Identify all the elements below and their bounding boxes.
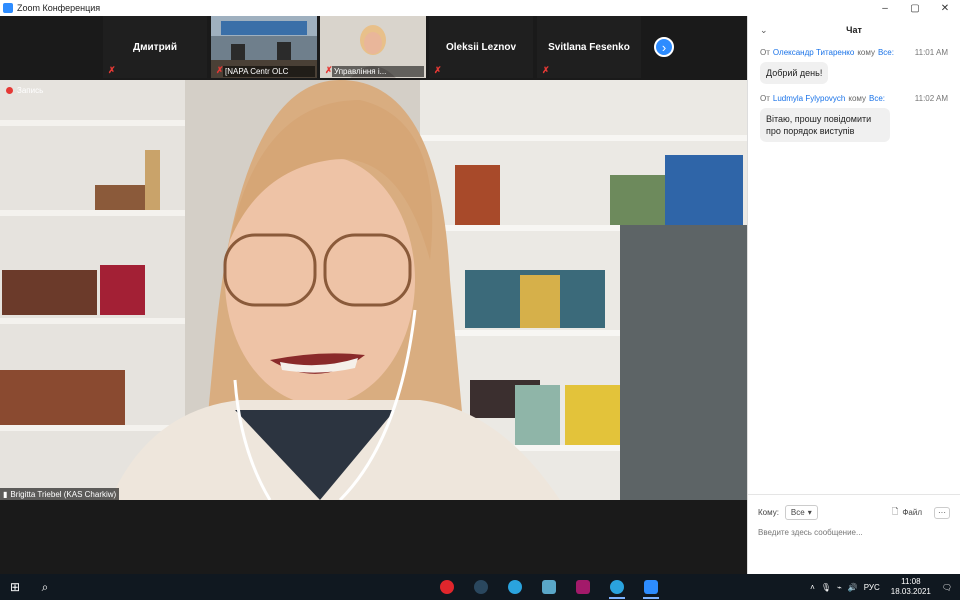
notifications-icon[interactable]: 🗨 bbox=[942, 583, 952, 592]
participant-name: Дмитрий bbox=[133, 41, 177, 53]
title-bar: Zoom Конференция – ▢ ✕ bbox=[0, 0, 960, 16]
to-label: кому bbox=[857, 48, 875, 57]
telegram-icon bbox=[610, 580, 624, 594]
taskbar-app-steam[interactable] bbox=[464, 574, 498, 600]
from-label: От bbox=[760, 48, 770, 57]
close-button[interactable]: ✕ bbox=[930, 0, 960, 16]
chevron-up-icon[interactable]: ˄ bbox=[810, 583, 815, 592]
notes-icon bbox=[542, 580, 556, 594]
chat-message-input[interactable]: Введите здесь сообщение... bbox=[758, 528, 950, 537]
signal-bars-icon: ▮ bbox=[3, 489, 8, 499]
participant-name: Управління і... bbox=[332, 66, 424, 77]
taskbar-app-telegram[interactable] bbox=[498, 574, 532, 600]
from-label: От bbox=[760, 94, 770, 103]
zoom-window: Zoom Конференция – ▢ ✕ Дмитрий ✗ ✗ [NAPA… bbox=[0, 0, 960, 574]
participant-tile[interactable]: Дмитрий ✗ bbox=[103, 16, 207, 78]
windows-start-icon[interactable]: ⊞ bbox=[0, 574, 30, 600]
main-video: Запись ▮ Brigitta Triebel (KAS Charkiw) bbox=[0, 80, 747, 500]
chat-panel: ⌄ Чат От Олександр Титаренко кому Все: 1… bbox=[747, 16, 960, 574]
chat-message: От Ludmyla Fylypovych кому Все: 11:02 AM… bbox=[748, 94, 960, 142]
recording-indicator: Запись bbox=[6, 86, 43, 95]
clock-date: 18.03.2021 bbox=[890, 587, 931, 596]
recipient-dropdown[interactable]: Все ▾ bbox=[784, 505, 818, 520]
chevron-down-icon: ▾ bbox=[807, 508, 812, 517]
to-label: кому bbox=[848, 94, 867, 103]
active-speaker-name: ▮ Brigitta Triebel (KAS Charkiw) bbox=[0, 488, 120, 500]
taskbar-app-notes[interactable] bbox=[532, 574, 566, 600]
chevron-right-icon[interactable]: › bbox=[654, 37, 674, 57]
file-icon: 🗋 bbox=[891, 506, 899, 516]
to-label: Кому: bbox=[758, 508, 779, 517]
more-options-button[interactable]: ··· bbox=[934, 506, 950, 519]
taskbar-app-zoom[interactable] bbox=[634, 574, 668, 600]
recipient-value: Все bbox=[790, 508, 805, 517]
file-button[interactable]: 🗋 Файл bbox=[892, 506, 922, 520]
volume-icon[interactable]: 🔊 bbox=[848, 583, 858, 592]
clock[interactable]: 11:08 18.03.2021 bbox=[891, 577, 931, 597]
recipient-name[interactable]: Все: bbox=[869, 94, 885, 103]
chat-title: Чат bbox=[846, 25, 862, 35]
participant-tile[interactable]: ✗ [NAPA Centr OLC bbox=[211, 16, 317, 78]
sender-name[interactable]: Ludmyla Fylypovych bbox=[773, 94, 845, 103]
system-tray: ˄ 🎙 ⌁ 🔊 РУС 11:08 18.03.2021 🗨 bbox=[807, 577, 960, 597]
window-title: Zoom Конференция bbox=[17, 3, 101, 13]
minimize-button[interactable]: – bbox=[870, 0, 900, 16]
clock-time: 11:08 bbox=[901, 577, 921, 586]
steam-icon bbox=[474, 580, 488, 594]
search-icon[interactable]: ⌕ bbox=[30, 574, 60, 600]
file-label: Файл bbox=[902, 508, 922, 517]
participant-name: [NAPA Centr OLC bbox=[223, 66, 315, 77]
microphone-icon[interactable]: 🎙 bbox=[821, 583, 831, 592]
chat-footer: Кому: Все ▾ 🗋 Файл ··· Введите здесь соо… bbox=[748, 494, 960, 574]
media-icon bbox=[576, 580, 590, 594]
zoom-logo-icon bbox=[3, 3, 13, 13]
taskbar-app-opera[interactable] bbox=[430, 574, 464, 600]
message-time: 11:02 AM bbox=[914, 94, 948, 103]
participant-name: Oleksii Leznov bbox=[445, 41, 517, 53]
mic-muted-icon: ✗ bbox=[434, 65, 442, 75]
sender-name[interactable]: Олександр Титаренко bbox=[773, 48, 854, 57]
recording-label: Запись bbox=[17, 86, 44, 95]
mic-muted-icon: ✗ bbox=[542, 65, 550, 75]
recording-dot-icon bbox=[6, 87, 13, 94]
participant-strip: Дмитрий ✗ ✗ [NAPA Centr OLC ✗ Управління… bbox=[0, 16, 747, 80]
taskbar-app-media[interactable] bbox=[566, 574, 600, 600]
chat-message: От Олександр Титаренко кому Все: 11:01 A… bbox=[748, 48, 960, 84]
participant-tile[interactable]: ✗ Управління і... bbox=[320, 16, 426, 78]
taskbar-app-telegram-2[interactable] bbox=[600, 574, 634, 600]
network-icon[interactable]: ⌁ bbox=[837, 583, 842, 592]
zoom-icon bbox=[644, 580, 658, 594]
chat-header: ⌄ Чат bbox=[748, 16, 960, 44]
recipient-name[interactable]: Все: bbox=[878, 48, 894, 57]
speaker-video bbox=[0, 80, 747, 500]
participant-tile[interactable]: Oleksii Leznov ✗ bbox=[429, 16, 533, 78]
participant-name: Svitlana Fesenko bbox=[548, 41, 630, 53]
message-text: Вітаю, прошу повідомити про порядок вист… bbox=[760, 108, 890, 142]
opera-icon bbox=[440, 580, 454, 594]
message-time: 11:01 AM bbox=[914, 48, 948, 57]
maximize-button[interactable]: ▢ bbox=[900, 0, 930, 16]
video-area-background bbox=[0, 500, 747, 574]
participant-tile[interactable]: Svitlana Fesenko ✗ bbox=[537, 16, 641, 78]
telegram-icon bbox=[508, 580, 522, 594]
windows-taskbar: ⊞ ⌕ ˄ 🎙 ⌁ 🔊 РУС 11:08 18.03.2021 🗨 bbox=[0, 574, 960, 600]
language-indicator[interactable]: РУС bbox=[864, 583, 880, 592]
message-text: Добрий день! bbox=[760, 62, 829, 84]
mic-muted-icon: ✗ bbox=[108, 65, 116, 75]
chevron-down-icon[interactable]: ⌄ bbox=[760, 25, 768, 36]
speaker-label: Brigitta Triebel (KAS Charkiw) bbox=[10, 489, 117, 499]
